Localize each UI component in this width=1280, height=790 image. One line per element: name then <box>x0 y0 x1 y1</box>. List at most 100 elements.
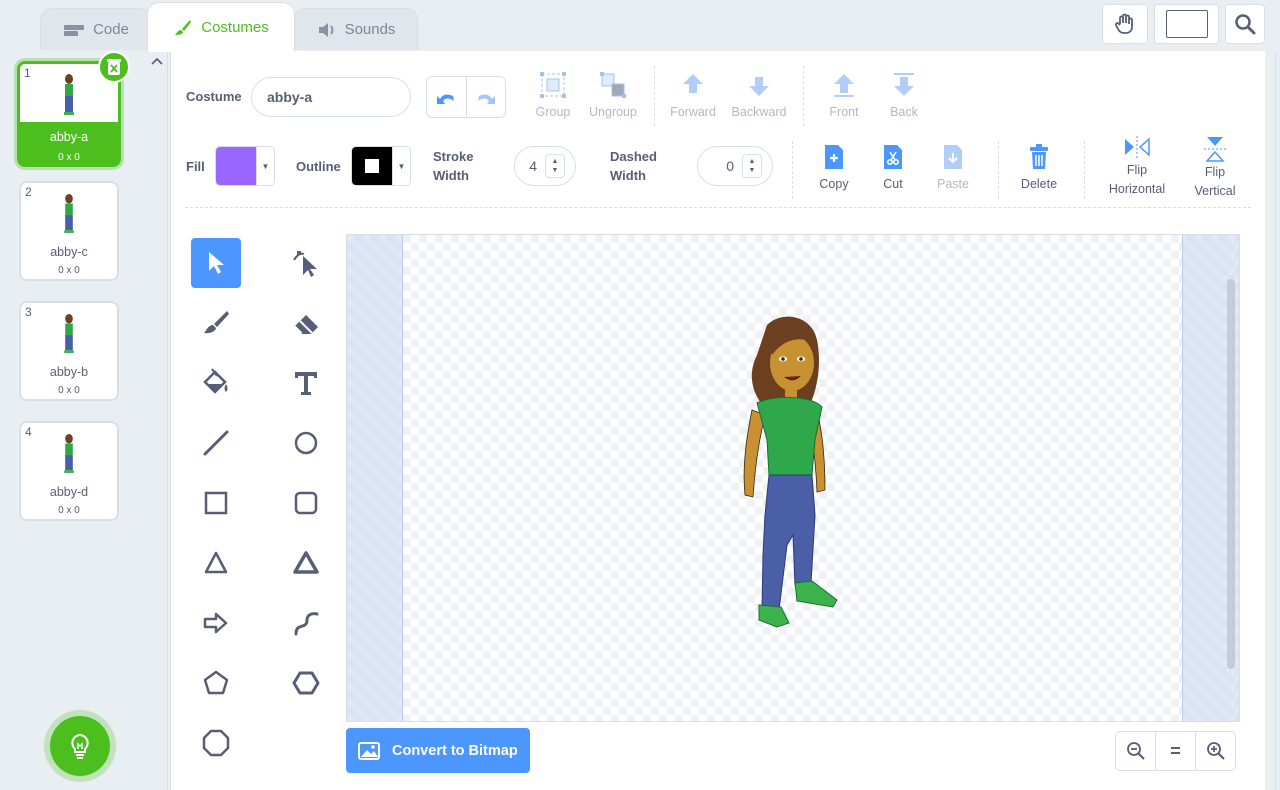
curve-tool[interactable] <box>281 598 331 648</box>
zoom-controls: = <box>1115 731 1236 771</box>
back-label: Back <box>890 105 918 119</box>
editor-tabbar: Code Costumes Sounds <box>0 0 1280 52</box>
toolbar-separator <box>185 207 1251 208</box>
canvas-vertical-scrollbar[interactable] <box>1227 279 1235 669</box>
chevron-down-icon: ▼ <box>392 147 410 185</box>
front-button[interactable]: Front <box>826 71 862 119</box>
dashed-width-label: Dashed <box>610 149 657 164</box>
costume-sprite-image[interactable] <box>737 315 847 645</box>
paste-button[interactable]: Paste <box>933 143 973 191</box>
circle-tool[interactable] <box>281 418 331 468</box>
toolbar-divider <box>1084 141 1085 199</box>
outline-label: Outline <box>296 159 341 174</box>
curve-icon <box>294 612 319 636</box>
triangle-tool[interactable] <box>191 538 241 588</box>
hexagon-icon <box>292 671 320 695</box>
zoom-reset-button[interactable]: = <box>1155 732 1195 770</box>
rounded-rectangle-tool[interactable] <box>281 478 331 528</box>
search-button[interactable] <box>1225 4 1265 44</box>
eraser-tool[interactable] <box>281 298 331 348</box>
forward-button[interactable]: Forward <box>668 71 718 119</box>
flip-vertical-button[interactable]: Flip Vertical <box>1191 135 1239 201</box>
undo-button[interactable] <box>427 77 467 117</box>
costume-name-label: Costume <box>186 89 242 104</box>
tab-code[interactable]: Code <box>40 8 152 50</box>
code-icon <box>64 24 85 36</box>
redo-button[interactable] <box>467 77 506 117</box>
costume-name: abby-c <box>50 245 88 259</box>
back-button[interactable]: Back <box>886 71 922 119</box>
stage-size-button[interactable] <box>1154 4 1219 44</box>
octagon-tool[interactable] <box>191 718 241 768</box>
costume-size: 0 x 0 <box>58 152 80 163</box>
toolbar-divider <box>792 141 793 199</box>
dashed-width-input[interactable]: 0 ▲ ▼ <box>697 146 773 186</box>
pentagon-tool[interactable] <box>191 658 241 708</box>
costume-size: 0 x 0 <box>58 385 80 396</box>
rectangle-icon <box>204 491 228 515</box>
copy-label: Copy <box>819 177 849 191</box>
arrow-shape-tool[interactable] <box>191 598 241 648</box>
text-tool[interactable] <box>281 358 331 408</box>
costume-item-3[interactable]: 3 abby-b 0 x 0 <box>19 301 119 401</box>
flip-horizontal-icon <box>1125 136 1150 158</box>
costume-list: 1 abby-a 0 x 0 2 abby-c 0 x 0 3 abby-b 0… <box>0 51 168 790</box>
costume-item-2[interactable]: 2 abby-c 0 x 0 <box>19 181 119 281</box>
filled-triangle-tool[interactable] <box>281 538 331 588</box>
outline-color-picker[interactable]: ▼ <box>351 146 411 186</box>
reshape-icon <box>293 251 317 277</box>
flip-horizontal-button[interactable]: Flip Horizontal <box>1107 135 1167 199</box>
canvas-margin-left <box>347 235 403 721</box>
line-icon <box>203 430 229 456</box>
zoom-reset-label: = <box>1170 740 1181 761</box>
stroke-width-input[interactable]: 4 ▲ ▼ <box>514 146 576 186</box>
flip-horizontal-label: Horizontal <box>1108 182 1166 196</box>
reshape-tool[interactable] <box>281 238 331 288</box>
delete-button[interactable]: Delete <box>1019 143 1059 191</box>
dashed-width-label: Width <box>610 168 646 183</box>
toolbar-divider <box>654 66 655 126</box>
hand-pan-icon <box>1115 13 1133 34</box>
drawing-canvas[interactable] <box>346 234 1240 722</box>
hexagon-tool[interactable] <box>281 658 331 708</box>
zoom-in-button[interactable] <box>1195 732 1235 770</box>
hand-pan-button[interactable] <box>1102 4 1148 44</box>
backward-label: Backward <box>731 105 787 119</box>
paste-label: Paste <box>937 177 969 191</box>
ungroup-button[interactable]: Ungroup <box>586 71 640 119</box>
costume-size: 0 x 0 <box>58 265 80 276</box>
group-icon <box>540 72 566 98</box>
costume-name-input[interactable] <box>251 77 411 117</box>
lightbulb-icon <box>71 733 89 759</box>
tab-costumes[interactable]: Costumes <box>147 2 295 52</box>
brush-tool[interactable] <box>191 298 241 348</box>
costume-item-1[interactable]: 1 abby-a 0 x 0 <box>17 51 130 167</box>
cut-button[interactable]: Cut <box>879 143 907 191</box>
line-tool[interactable] <box>191 418 241 468</box>
stage-size-icon <box>1165 10 1208 38</box>
costume-item-4[interactable]: 4 abby-d 0 x 0 <box>19 421 119 521</box>
delete-costume-button[interactable] <box>98 51 130 83</box>
zoom-in-icon <box>1206 742 1225 760</box>
backward-button[interactable]: Backward <box>729 71 789 119</box>
select-arrow-icon <box>209 252 224 274</box>
undo-redo-group <box>426 76 506 118</box>
copy-button[interactable]: Copy <box>818 143 850 191</box>
convert-to-bitmap-button[interactable]: Convert to Bitmap <box>346 728 530 773</box>
costume-size: 0 x 0 <box>58 505 80 516</box>
costume-name: abby-d <box>49 485 89 499</box>
scroll-up-icon[interactable] <box>150 55 164 69</box>
group-button[interactable]: Group <box>535 71 571 119</box>
select-tool[interactable] <box>191 238 241 288</box>
circle-icon <box>294 431 318 455</box>
tab-sounds[interactable]: Sounds <box>294 8 418 50</box>
rectangle-tool[interactable] <box>191 478 241 528</box>
flip-horizontal-label: Flip <box>1126 163 1148 177</box>
ungroup-icon <box>600 72 626 98</box>
zoom-out-button[interactable] <box>1116 732 1155 770</box>
copy-icon <box>825 145 843 169</box>
fill-color-picker[interactable]: ▼ <box>215 146 275 186</box>
fill-tool[interactable] <box>191 358 241 408</box>
triangle-icon <box>204 551 228 574</box>
add-costume-button[interactable] <box>50 716 110 776</box>
